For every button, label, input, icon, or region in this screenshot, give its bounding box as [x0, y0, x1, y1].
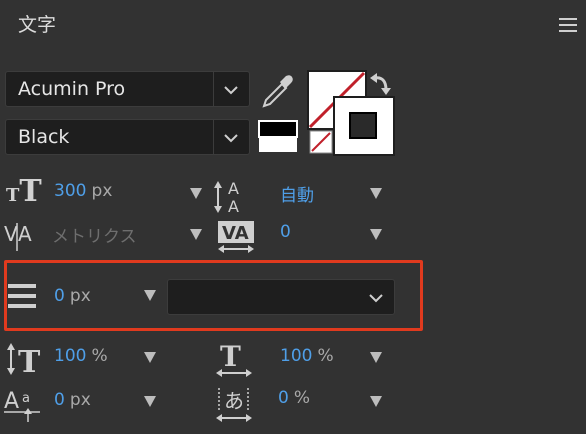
vertical-scale-triangle-down-icon[interactable] — [144, 352, 156, 363]
font-size-triangle-down-icon[interactable] — [190, 188, 202, 199]
vertical-scale-value[interactable]: 100 — [54, 346, 86, 366]
svg-text:A: A — [4, 389, 19, 414]
indent-value[interactable]: 0 — [54, 286, 65, 306]
vertical-scale-field[interactable]: 100 % — [54, 346, 108, 366]
horizontal-scale-field[interactable]: 100 % — [280, 346, 334, 366]
eyedropper-icon[interactable] — [258, 74, 296, 110]
kerning-triangle-down-icon[interactable] — [190, 229, 202, 240]
baseline-shift-unit: px — [69, 390, 91, 410]
chevron-down-icon — [224, 134, 238, 143]
svg-text:V: V — [4, 222, 18, 246]
font-style-value: Black — [18, 126, 70, 148]
paragraph-align-icon — [8, 284, 36, 308]
horizontal-scale-value[interactable]: 100 — [280, 346, 312, 366]
svg-text:T: T — [220, 342, 241, 373]
tracking-triangle-down-icon[interactable] — [370, 229, 382, 240]
fill-stroke-mini-swatch[interactable] — [258, 120, 298, 154]
font-family-dropdown[interactable]: Acumin Pro — [5, 71, 250, 107]
tsume-triangle-down-icon[interactable] — [370, 396, 382, 407]
baseline-shift-icon: A a — [4, 389, 40, 422]
chevron-down-icon — [224, 86, 238, 95]
font-size-value[interactable]: 300 — [54, 181, 86, 201]
kerning-value[interactable]: メトリクス — [52, 222, 137, 247]
indent-field[interactable]: 0 px — [54, 286, 91, 306]
horizontal-scale-icon: T — [216, 342, 252, 377]
horizontal-scale-triangle-down-icon[interactable] — [370, 352, 382, 363]
font-size-field[interactable]: 300 px — [54, 181, 112, 201]
tsume-value[interactable]: 0 — [278, 388, 289, 408]
svg-text:VA: VA — [222, 223, 249, 244]
swap-colors-icon[interactable] — [368, 72, 394, 98]
svg-text:A: A — [228, 197, 239, 214]
horizontal-scale-unit: % — [317, 346, 334, 366]
leading-icon: A A — [214, 179, 239, 214]
indent-triangle-down-icon[interactable] — [144, 290, 156, 301]
indent-unit: px — [69, 286, 91, 306]
chevron-down-icon — [369, 294, 383, 303]
indent-dropdown[interactable] — [167, 279, 395, 315]
baseline-shift-field[interactable]: 0 px — [54, 390, 91, 410]
font-size-unit: px — [91, 181, 113, 201]
tracking-value[interactable]: 0 — [280, 222, 291, 242]
kerning-icon: V A — [4, 222, 32, 251]
leading-value[interactable]: 自動 — [280, 181, 314, 206]
font-size-icon: TT — [6, 174, 42, 209]
tracking-icon: VA — [218, 221, 254, 253]
svg-text:a: a — [22, 391, 30, 406]
baseline-shift-triangle-down-icon[interactable] — [144, 396, 156, 407]
menu-icon[interactable] — [559, 18, 577, 34]
svg-text:A: A — [228, 179, 239, 198]
leading-triangle-down-icon[interactable] — [370, 188, 382, 199]
vertical-scale-unit: % — [91, 346, 108, 366]
tsume-field[interactable]: 0 % — [278, 388, 310, 408]
svg-text:A: A — [18, 222, 32, 246]
vertical-scale-icon: T — [7, 343, 41, 376]
svg-text:T: T — [18, 345, 41, 376]
svg-text:あ: あ — [224, 389, 244, 413]
baseline-shift-value[interactable]: 0 — [54, 390, 65, 410]
panel-title: 文字 — [18, 14, 57, 36]
font-style-dropdown[interactable]: Black — [5, 119, 250, 155]
font-family-value: Acumin Pro — [18, 78, 126, 100]
tsume-icon: あ — [216, 388, 252, 422]
tsume-unit: % — [293, 388, 311, 408]
